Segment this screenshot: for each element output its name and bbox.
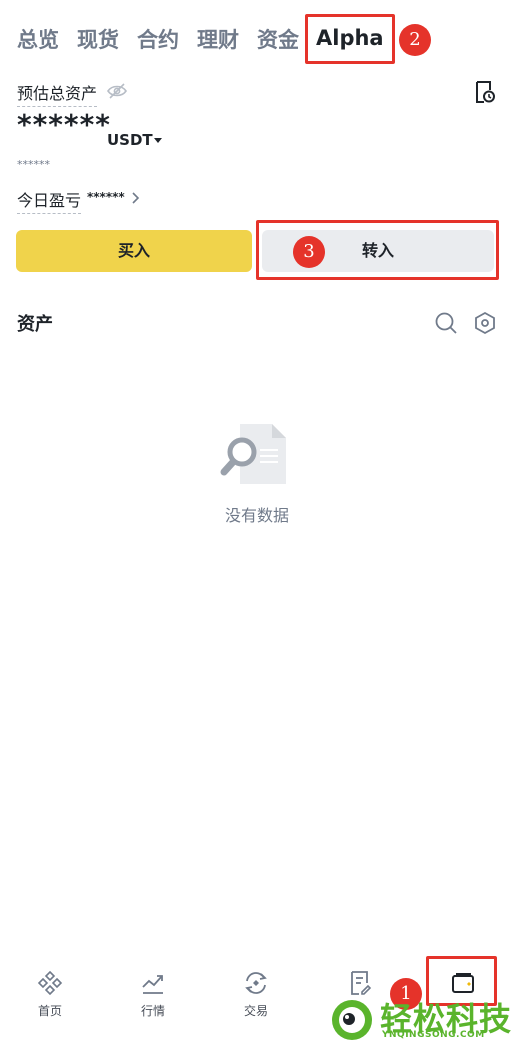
markets-icon [142, 975, 163, 994]
orders-icon [351, 971, 372, 995]
tab-spot[interactable]: 现货 [77, 24, 119, 54]
watermark-logo-icon [332, 1000, 372, 1040]
today-pnl-label[interactable]: 今日盈亏 [17, 187, 82, 214]
no-data-icon [220, 424, 286, 484]
nav-item-trade[interactable]: 交易 [226, 970, 286, 1019]
buy-button[interactable]: 买入 [16, 230, 252, 272]
nav-label-trade: 交易 [243, 1004, 268, 1018]
annotation-number-3: 3 [293, 236, 325, 268]
hide-balance-eye-icon[interactable] [106, 82, 128, 100]
annotation-number-2: 2 [399, 24, 431, 56]
asset-tabs: 总览 现货 合约 理财 资金 Alpha [0, 0, 514, 78]
total-balance-value: ****** [17, 108, 111, 141]
nav-label-home: 首页 [37, 1004, 62, 1018]
watermark-domain: YNQINGSONG.COM [382, 1030, 485, 1040]
tab-futures[interactable]: 合约 [137, 24, 179, 54]
trade-icon [245, 972, 267, 994]
history-record-icon[interactable] [474, 80, 496, 104]
nav-label-markets: 行情 [140, 1004, 165, 1018]
balance-sub-value: ****** [17, 158, 50, 171]
tab-overview[interactable]: 总览 [17, 24, 59, 54]
nav-item-orders[interactable] [330, 970, 390, 996]
home-icon [37, 970, 63, 996]
currency-selector[interactable]: USDT [107, 131, 153, 149]
nav-item-home[interactable]: 首页 [20, 970, 80, 1019]
nav-item-markets[interactable]: 行情 [123, 970, 183, 1019]
tab-earn[interactable]: 理财 [197, 24, 239, 54]
watermark: 轻松科技 YNQINGSONG.COM [330, 994, 514, 1043]
search-icon[interactable] [434, 311, 458, 335]
assets-section-title: 资产 [17, 314, 53, 335]
annotation-box-alpha [305, 14, 395, 64]
hide-small-assets-icon[interactable] [474, 311, 496, 335]
chevron-right-icon[interactable] [129, 191, 141, 205]
tab-funding[interactable]: 资金 [257, 24, 299, 54]
estimated-assets-label[interactable]: 预估总资产 [17, 80, 98, 107]
today-pnl-value: ****** [87, 190, 125, 204]
empty-state-text: 没有数据 [224, 506, 289, 525]
caret-down-icon[interactable] [154, 138, 162, 143]
